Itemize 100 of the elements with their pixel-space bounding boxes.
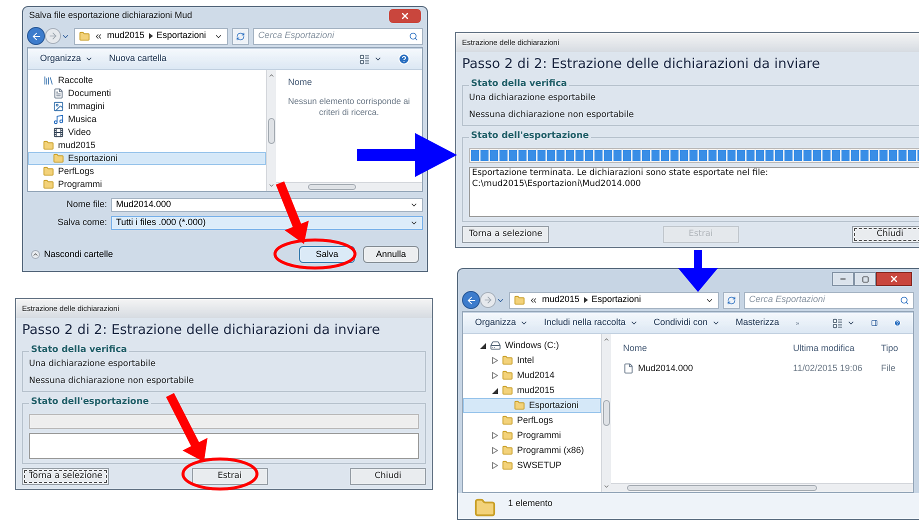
file-type-dropdown[interactable]: Tutti i files .000 (*.000) (111, 216, 423, 230)
scroll-thumb[interactable] (603, 400, 610, 426)
collapsed-triangle-icon[interactable] (492, 432, 498, 439)
address-bar[interactable]: mud2015 Esportazioni (509, 292, 719, 308)
dialog-button[interactable]: Torna a selezione (462, 226, 550, 243)
list-view-icon (832, 318, 844, 328)
search-field[interactable]: Cerca Esportazioni (253, 28, 423, 44)
refresh-button[interactable] (723, 292, 740, 308)
tree-item[interactable]: Windows (C:) (463, 338, 601, 353)
tree-item[interactable]: mud2015 (463, 383, 601, 398)
help-icon[interactable] (398, 53, 410, 65)
view-options-button[interactable] (359, 54, 382, 64)
double-chevron-left-icon[interactable] (94, 32, 103, 40)
scroll-down-icon[interactable] (603, 483, 610, 490)
toolbar-menu[interactable]: Condividi con (654, 316, 720, 330)
scroll-thumb[interactable] (627, 485, 817, 491)
collapsed-triangle-icon[interactable] (492, 462, 498, 469)
toolbar-menu[interactable]: Masterizza (736, 316, 780, 330)
dialog-button[interactable]: Estrai (192, 468, 268, 485)
document-icon (53, 88, 64, 99)
breadcrumb-arrow-icon[interactable] (584, 297, 588, 303)
hide-folders-toggle[interactable]: Nascondi cartelle (31, 248, 114, 262)
refresh-button[interactable] (232, 28, 250, 44)
toolbar-menu[interactable]: Nuova cartella (109, 52, 167, 66)
file-name-cell[interactable]: Mud2014.000 (623, 362, 793, 375)
tree-item[interactable]: PerfLogs (463, 413, 601, 428)
toolbar-menu[interactable]: Organizza (40, 52, 94, 66)
maximize-button[interactable] (854, 272, 876, 286)
table-cell-text: File (881, 362, 896, 374)
scroll-thumb[interactable] (308, 184, 356, 190)
back-button[interactable] (462, 291, 480, 309)
tree-item[interactable]: Programmi (x86) (463, 443, 601, 458)
search-input[interactable]: Cerca Esportazioni (749, 293, 900, 307)
tree-item[interactable]: Mud2014 (463, 368, 601, 383)
tree-item[interactable]: Musica (28, 113, 266, 126)
breadcrumb-item[interactable]: mud2015 (542, 293, 580, 307)
file-name-field[interactable]: Mud2014.000 (111, 198, 423, 212)
toolbar-menu[interactable]: Includi nella raccolta (544, 316, 638, 330)
double-chevron-left-icon[interactable] (529, 296, 538, 304)
column-header[interactable]: Tipo (881, 342, 898, 356)
expanded-triangle-icon[interactable] (492, 388, 498, 394)
column-header[interactable]: Nome (623, 342, 793, 356)
dialog-button[interactable]: Chiudi (350, 468, 426, 485)
tree-item[interactable]: Esportazioni (28, 152, 266, 165)
breadcrumb-arrow-icon[interactable] (148, 33, 153, 39)
tree-item[interactable]: Video (28, 126, 266, 139)
window-title: Salva file esportazione dichiarazioni Mud (29, 9, 192, 22)
scroll-down-icon[interactable] (268, 182, 275, 189)
help-icon[interactable] (894, 317, 901, 329)
back-button[interactable] (27, 27, 45, 45)
scroll-thumb[interactable] (268, 118, 275, 144)
search-field[interactable]: Cerca Esportazioni (744, 292, 914, 308)
preview-pane-icon[interactable] (871, 317, 878, 329)
step-heading: Passo 2 di 2: Estrazione delle dichiarazioni da inviare (22, 321, 382, 340)
collapsed-triangle-icon[interactable] (492, 372, 498, 379)
close-icon (400, 11, 410, 21)
list-view-icon (359, 54, 370, 64)
tree-item[interactable]: Esportazioni (463, 398, 601, 413)
scroll-up-icon[interactable] (603, 336, 610, 343)
tree-item[interactable]: Programmi (463, 428, 601, 443)
tree-item[interactable]: Intel (463, 353, 601, 368)
folder-icon (502, 445, 513, 456)
breadcrumb-item[interactable]: mud2015 (107, 29, 145, 43)
view-options-button[interactable] (832, 318, 856, 328)
tree-item[interactable]: mud2015 (28, 139, 266, 152)
drive-icon (490, 340, 501, 351)
horizontal-scrollbar[interactable] (611, 483, 913, 492)
scrollbar[interactable] (601, 334, 611, 492)
column-header[interactable]: Ultima modifica (793, 342, 881, 356)
folder-icon (79, 30, 90, 42)
collapsed-triangle-icon[interactable] (492, 447, 498, 454)
tree-item[interactable]: Documenti (28, 87, 266, 100)
collapsed-triangle-icon[interactable] (492, 357, 498, 364)
horizontal-scrollbar[interactable] (276, 182, 422, 191)
scroll-up-icon[interactable] (268, 72, 275, 79)
breadcrumb-item[interactable]: Esportazioni (592, 293, 642, 307)
close-button[interactable] (389, 9, 421, 23)
folder-icon (53, 153, 64, 164)
close-button[interactable] (876, 272, 912, 286)
dialog-button[interactable]: Annulla (363, 246, 419, 263)
tree-item[interactable]: Raccolte (28, 74, 266, 87)
dialog-button[interactable]: Salva (299, 246, 355, 263)
caret-icon (630, 319, 638, 327)
picture-icon (53, 101, 64, 112)
tree-item[interactable]: SWSETUP (463, 458, 601, 473)
dialog-button[interactable]: Torna a selezione (22, 468, 110, 485)
dialog-button[interactable]: Chiudi (852, 226, 919, 243)
address-bar[interactable]: mud2015 Esportazioni (74, 28, 228, 44)
tree-item[interactable]: PerfLogs (28, 165, 266, 178)
tree-item[interactable]: Immagini (28, 100, 266, 113)
breadcrumb-item[interactable]: Esportazioni (156, 29, 206, 43)
scrollbar[interactable] (266, 70, 276, 191)
column-header[interactable]: Nome (276, 70, 422, 96)
caret-icon (410, 201, 418, 209)
expanded-triangle-icon[interactable] (480, 342, 486, 348)
search-input[interactable]: Cerca Esportazioni (258, 29, 409, 43)
folder-icon (502, 430, 513, 441)
refresh-icon (236, 32, 246, 40)
tree-item[interactable]: Programmi (28, 178, 266, 191)
toolbar-menu[interactable]: Organizza (475, 316, 528, 330)
